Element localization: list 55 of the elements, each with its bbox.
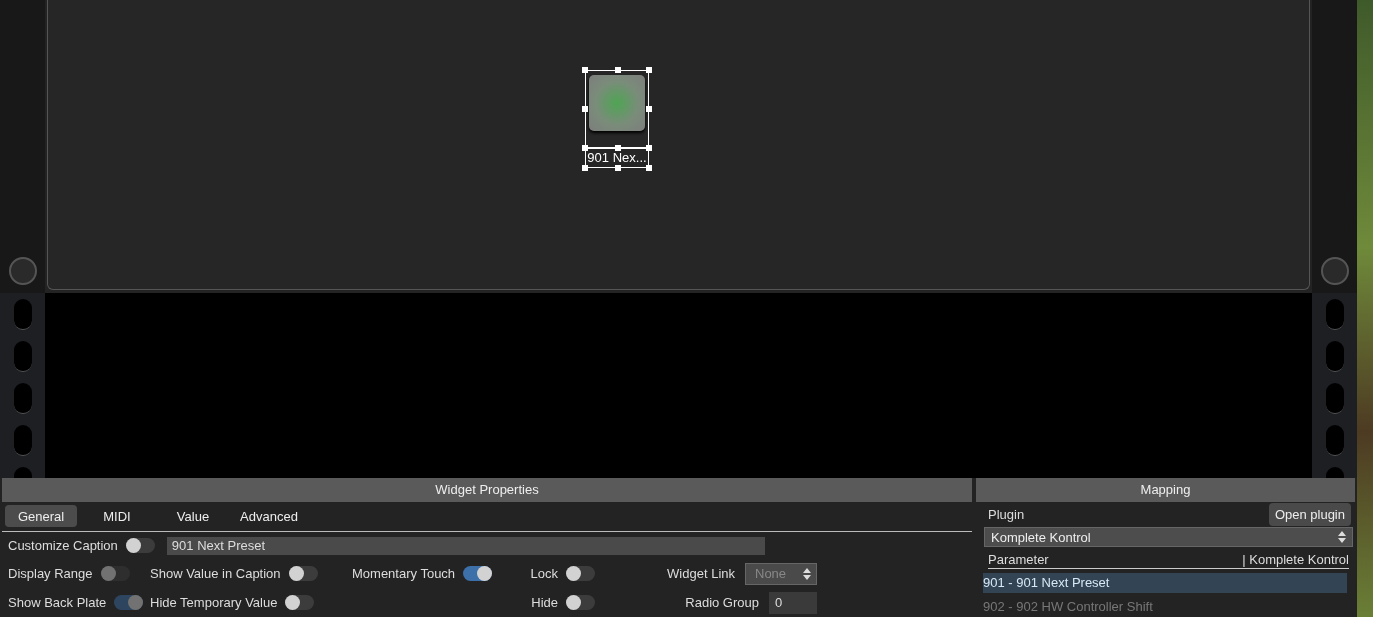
option-label: Hide <box>531 595 558 611</box>
rail-slot <box>13 341 32 372</box>
up-down-icon <box>803 567 811 580</box>
tab[interactable]: General <box>5 505 77 527</box>
toggle-switch[interactable] <box>566 566 595 582</box>
resize-handle[interactable] <box>582 145 588 151</box>
option-label: Lock <box>530 566 558 582</box>
tab[interactable]: Advanced <box>233 505 305 527</box>
screw-icon <box>8 257 37 285</box>
resize-handle[interactable] <box>615 165 621 171</box>
number-field[interactable]: 0 <box>769 591 817 614</box>
tab[interactable]: Value <box>157 505 229 527</box>
plugin-label: Plugin <box>988 507 1025 523</box>
plugin-select[interactable]: Komplete Kontrol <box>984 527 1353 548</box>
option-label: Radio Group <box>685 595 759 611</box>
toggle-switch[interactable] <box>288 566 318 582</box>
panel-title: Mapping <box>976 478 1355 502</box>
resize-handle[interactable] <box>582 67 588 73</box>
resize-handle[interactable] <box>646 67 652 73</box>
toggle-switch[interactable] <box>566 595 595 611</box>
option-label: Display Range <box>8 566 93 582</box>
parameter-row[interactable]: 902 - 902 HW Controller Shift <box>983 597 1347 617</box>
resize-handle[interactable] <box>615 67 621 73</box>
open-plugin-button[interactable]: Open plugin <box>1268 503 1351 527</box>
option-label: Show Back Plate <box>8 595 107 611</box>
rail-slot <box>13 299 32 330</box>
rail-slot <box>1325 299 1344 330</box>
panel-title: Widget Properties <box>2 478 972 502</box>
option-label: Momentary Touch <box>352 566 456 582</box>
resize-handle[interactable] <box>582 106 588 112</box>
toggle-switch[interactable] <box>285 595 315 611</box>
rail-slot <box>13 383 32 414</box>
caption-field[interactable]: 901 Next Preset <box>166 536 765 555</box>
column-header: Parameter <box>988 552 1049 567</box>
tab[interactable]: MIDI <box>81 505 153 527</box>
option-label: Hide Temporary Value <box>150 595 278 611</box>
resize-handle[interactable] <box>615 145 621 151</box>
option-label: Customize Caption <box>8 538 118 554</box>
resize-handle[interactable] <box>646 165 652 171</box>
screw-icon <box>1320 257 1349 285</box>
resize-handle[interactable] <box>646 106 652 112</box>
pad-button[interactable] <box>589 75 645 131</box>
option-label: Widget Link <box>667 566 735 582</box>
toggle-switch[interactable] <box>463 566 493 582</box>
rail-slot <box>1325 341 1344 372</box>
resize-handle[interactable] <box>646 145 652 151</box>
option-label: Show Value in Caption <box>150 566 281 582</box>
column-header: | Komplete Kontrol <box>1242 552 1349 567</box>
up-down-icon <box>1338 531 1346 544</box>
rail-slot <box>1325 425 1344 456</box>
resize-handle[interactable] <box>582 165 588 171</box>
rail-slot <box>1325 383 1344 414</box>
rail-slot <box>13 425 32 456</box>
toggle-switch[interactable] <box>125 538 155 554</box>
parameter-row[interactable]: 901 - 901 Next Preset <box>983 573 1347 593</box>
